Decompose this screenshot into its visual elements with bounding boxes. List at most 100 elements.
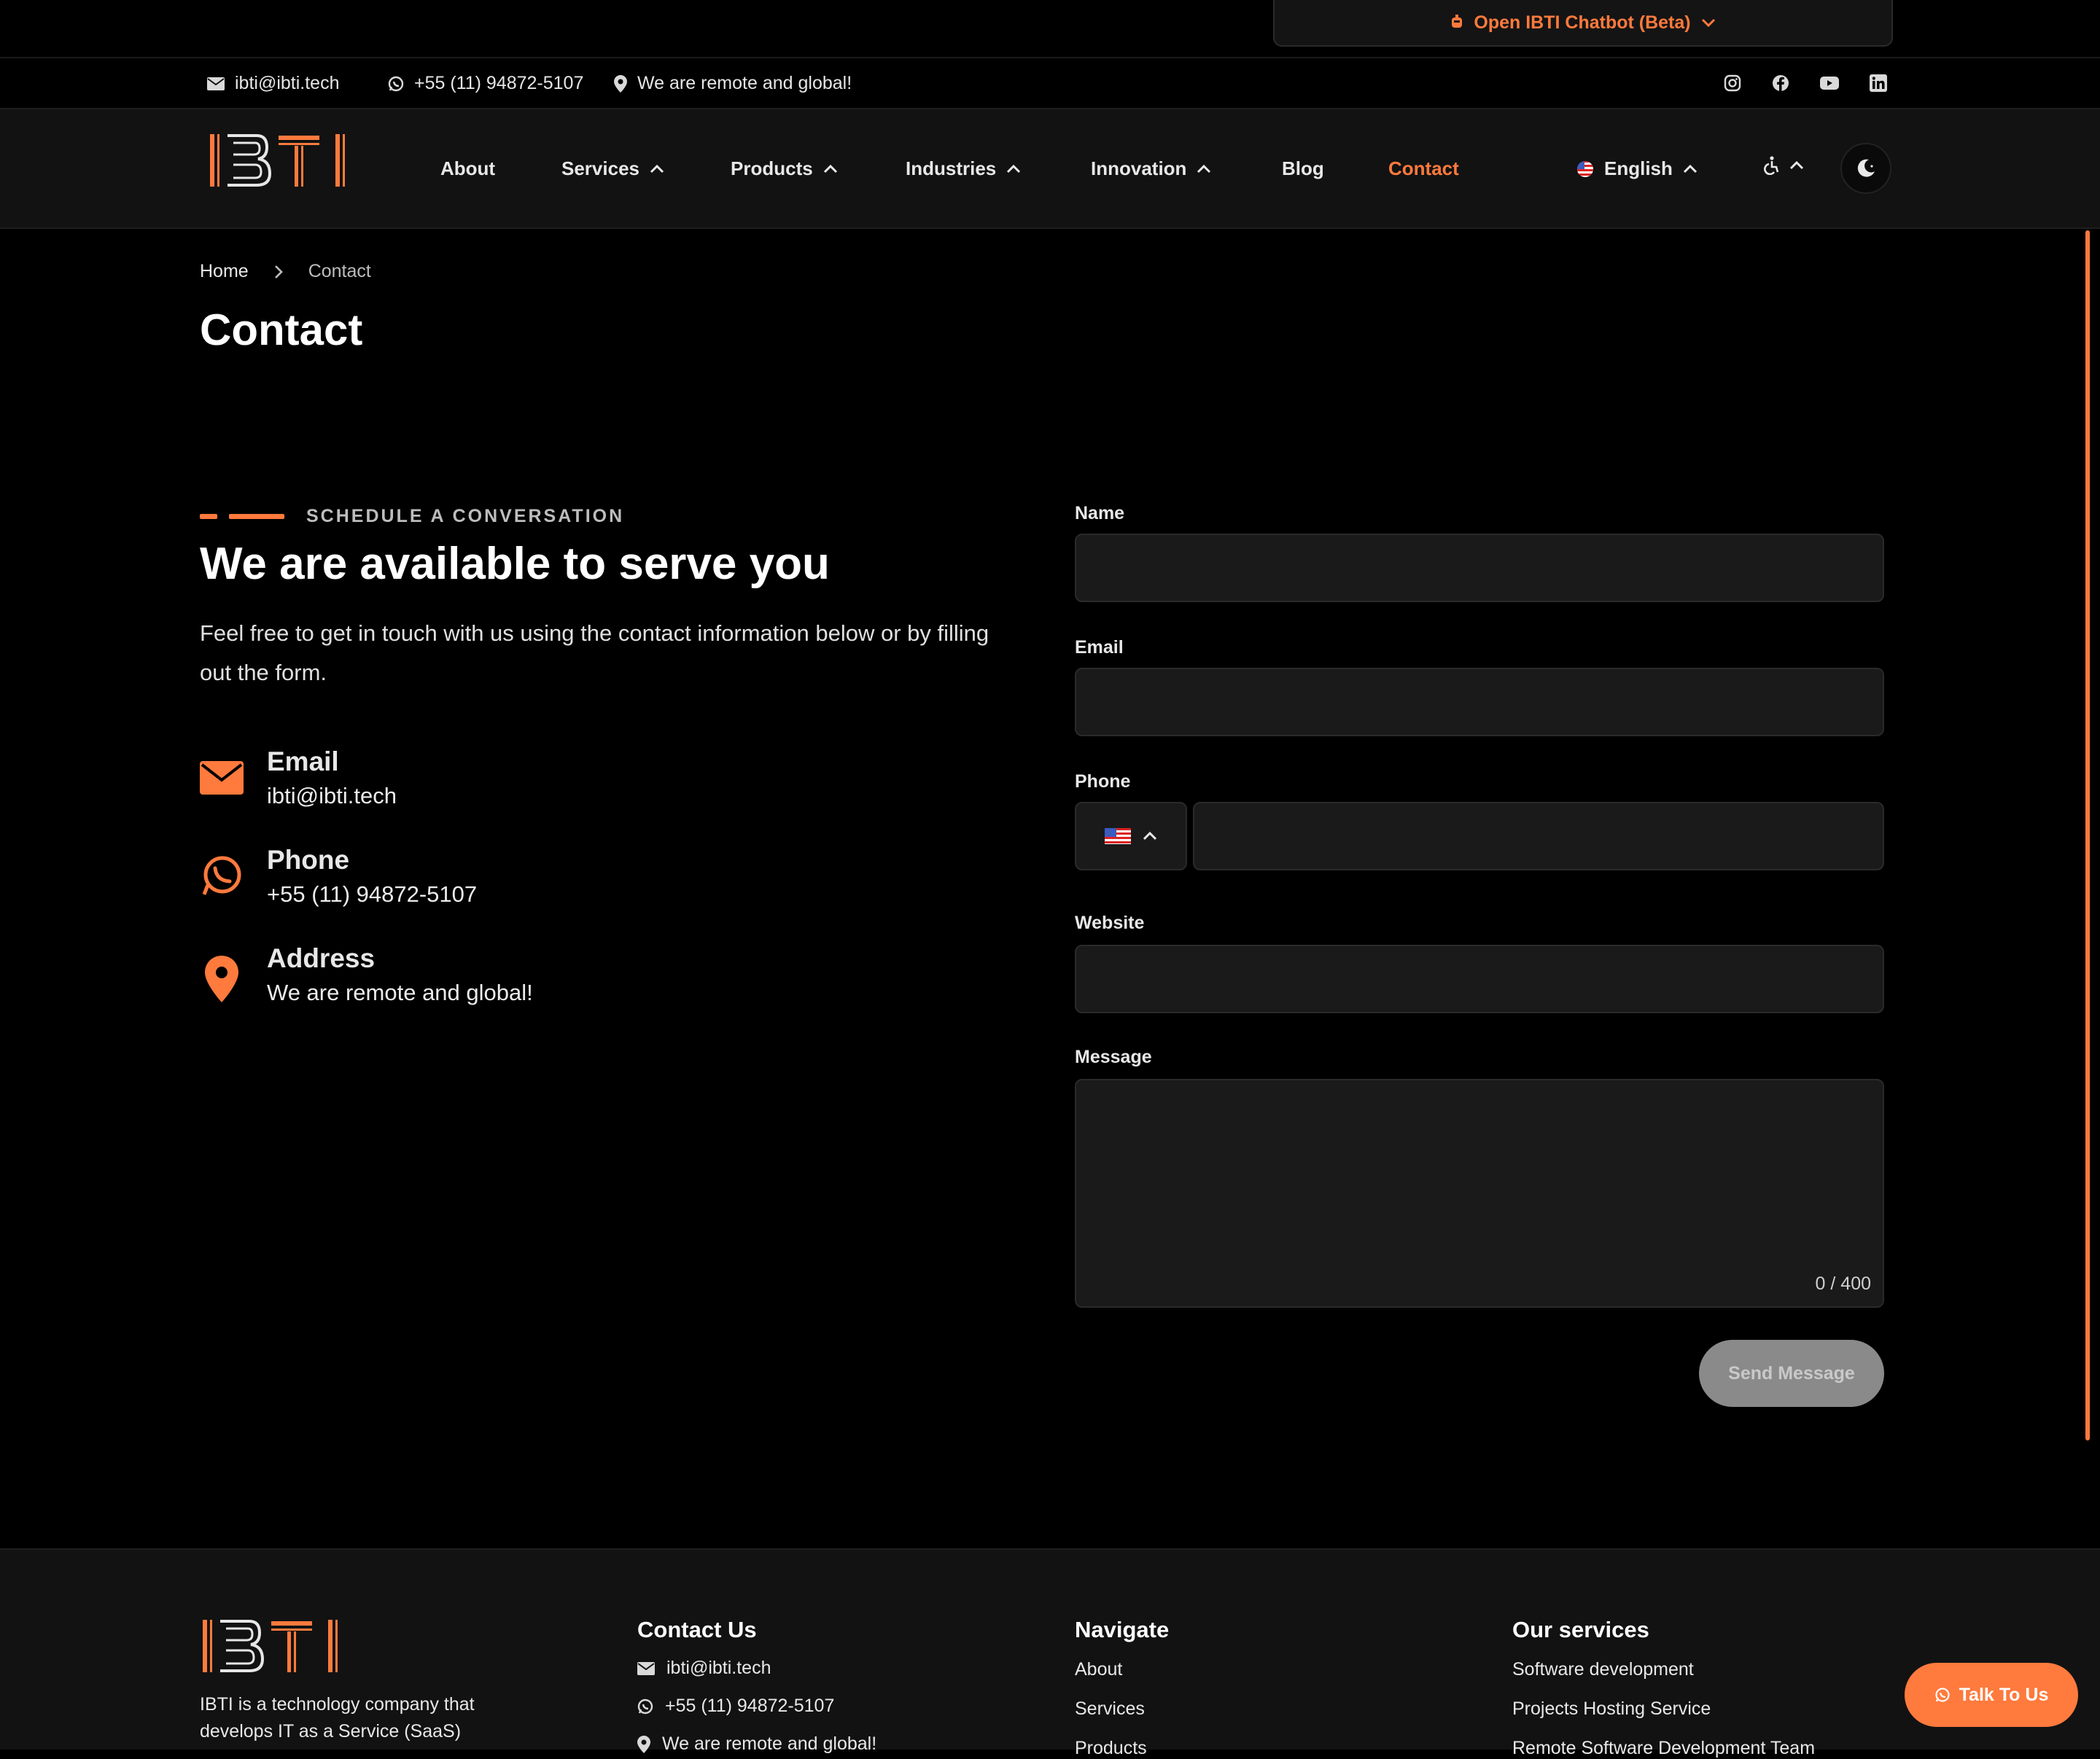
contact-address-value: We are remote and global!: [267, 980, 533, 1005]
footer-email-text: ibti@ibti.tech: [666, 1658, 771, 1678]
nav-innovation[interactable]: Innovation: [1091, 157, 1211, 180]
info-email[interactable]: ibti@ibti.tech: [207, 73, 340, 94]
footer-email[interactable]: ibti@ibti.tech: [637, 1658, 771, 1679]
section-heading: We are available to serve you: [200, 539, 830, 589]
envelope-icon: [637, 1661, 655, 1675]
footer-phone[interactable]: +55 (11) 94872-5107: [637, 1696, 834, 1717]
scrollbar-thumb[interactable]: [2085, 230, 2090, 1440]
info-bar: ibti@ibti.tech +55 (11) 94872-5107 We ar…: [0, 58, 2100, 108]
talk-to-us-button[interactable]: Talk To Us: [1905, 1663, 2078, 1727]
contact-phone: Phone +55 (11) 94872-5107: [200, 845, 477, 908]
theme-toggle-button[interactable]: [1840, 143, 1891, 194]
social-links: [1724, 74, 1887, 92]
country-code-select[interactable]: [1075, 802, 1187, 870]
linkedin-icon[interactable]: [1870, 74, 1887, 92]
nav-products[interactable]: Products: [731, 157, 838, 180]
info-phone[interactable]: +55 (11) 94872-5107: [388, 73, 583, 94]
footer-nav-products[interactable]: Products: [1075, 1738, 1147, 1759]
character-counter: 0 / 400: [1815, 1274, 1871, 1294]
whatsapp-icon: [388, 76, 404, 92]
accessibility-menu[interactable]: [1763, 156, 1804, 175]
name-label: Name: [1075, 503, 1125, 523]
email-label: Email: [1075, 637, 1124, 658]
contact-email-title: Email: [267, 746, 339, 776]
nav-products-label: Products: [731, 157, 813, 179]
youtube-icon[interactable]: [1820, 76, 1839, 90]
envelope-icon: [200, 751, 244, 795]
message-label: Message: [1075, 1047, 1152, 1067]
breadcrumb-home[interactable]: Home: [200, 261, 249, 282]
name-input[interactable]: [1075, 534, 1884, 602]
facebook-icon[interactable]: [1772, 74, 1789, 92]
nav-industries[interactable]: Industries: [906, 157, 1021, 180]
footer-service-software[interactable]: Software development: [1512, 1659, 1694, 1680]
footer-location-text: We are remote and global!: [662, 1733, 877, 1754]
talk-to-us-label: Talk To Us: [1959, 1684, 2049, 1705]
contact-email-body: Email ibti@ibti.tech: [267, 746, 397, 809]
open-chatbot-button[interactable]: Open IBTI Chatbot (Beta): [1273, 0, 1893, 47]
contact-address: Address We are remote and global!: [200, 943, 533, 1006]
nav-about[interactable]: About: [440, 157, 495, 180]
chatbot-label: Open IBTI Chatbot (Beta): [1474, 12, 1691, 33]
footer-location: We are remote and global!: [637, 1733, 876, 1755]
info-email-text: ibti@ibti.tech: [235, 73, 340, 93]
moon-icon: [1855, 157, 1877, 179]
footer-navigate-heading: Navigate: [1075, 1617, 1170, 1642]
robot-icon: [1450, 15, 1463, 31]
chevron-up-icon: [823, 164, 838, 174]
footer-contact-heading: Contact Us: [637, 1617, 757, 1642]
info-phone-text: +55 (11) 94872-5107: [414, 73, 584, 93]
nav-contact[interactable]: Contact: [1388, 157, 1459, 180]
footer-services-heading: Our services: [1512, 1617, 1649, 1642]
footer-service-hosting[interactable]: Projects Hosting Service: [1512, 1698, 1711, 1720]
contact-address-title: Address: [267, 943, 376, 973]
footer-about-text: IBTI is a technology company that develo…: [200, 1694, 475, 1742]
chevron-down-icon: [1701, 17, 1716, 28]
language-label: English: [1604, 157, 1673, 179]
nav-blog[interactable]: Blog: [1282, 157, 1324, 180]
chevron-up-icon: [1006, 164, 1021, 174]
instagram-icon[interactable]: [1724, 74, 1741, 92]
footer-nav-services[interactable]: Services: [1075, 1698, 1145, 1720]
website-input[interactable]: [1075, 945, 1884, 1013]
website-label: Website: [1075, 913, 1145, 933]
breadcrumb: Home Contact: [200, 261, 371, 282]
nav-services[interactable]: Services: [561, 157, 664, 180]
phone-input[interactable]: [1193, 802, 1884, 870]
map-pin-icon: [200, 948, 244, 1003]
whatsapp-icon: [1934, 1687, 1951, 1703]
footer-nav-about[interactable]: About: [1075, 1659, 1122, 1680]
eyebrow-text: SCHEDULE A CONVERSATION: [306, 506, 625, 526]
info-location-text: We are remote and global!: [637, 73, 852, 93]
main-nav: About Services Products Industries Innov…: [0, 108, 2100, 229]
logo[interactable]: [207, 131, 353, 190]
contact-phone-value[interactable]: +55 (11) 94872-5107: [267, 881, 477, 908]
envelope-icon: [207, 77, 225, 90]
accent-line: [229, 514, 284, 519]
breadcrumb-current: Contact: [308, 261, 371, 281]
message-textarea[interactable]: 0 / 400: [1075, 1079, 1884, 1308]
accessibility-icon: [1763, 156, 1779, 175]
whatsapp-icon: [637, 1698, 653, 1715]
footer-logo[interactable]: [200, 1617, 346, 1675]
footer: IBTI is a technology company that develo…: [0, 1548, 2100, 1758]
contact-phone-body: Phone +55 (11) 94872-5107: [267, 845, 477, 908]
nav-industries-label: Industries: [906, 157, 997, 179]
nav-blog-label: Blog: [1282, 157, 1324, 179]
info-location: We are remote and global!: [614, 73, 852, 94]
nav-innovation-label: Innovation: [1091, 157, 1187, 179]
chevron-up-icon: [1143, 831, 1157, 841]
contact-address-body: Address We are remote and global!: [267, 943, 533, 1006]
chevron-up-icon: [650, 164, 664, 174]
footer-phone-text: +55 (11) 94872-5107: [665, 1696, 835, 1716]
section-eyebrow: SCHEDULE A CONVERSATION: [200, 506, 624, 527]
language-selector[interactable]: English: [1576, 157, 1698, 180]
footer-service-remote-team[interactable]: Remote Software Development Team: [1512, 1738, 1815, 1759]
email-input[interactable]: [1075, 668, 1884, 736]
phone-label: Phone: [1075, 771, 1131, 792]
chevron-up-icon: [1789, 160, 1804, 171]
map-pin-icon: [637, 1735, 650, 1753]
ibti-logo-icon: [203, 1620, 338, 1672]
contact-email-value[interactable]: ibti@ibti.tech: [267, 783, 397, 809]
send-message-button[interactable]: Send Message: [1699, 1340, 1884, 1407]
